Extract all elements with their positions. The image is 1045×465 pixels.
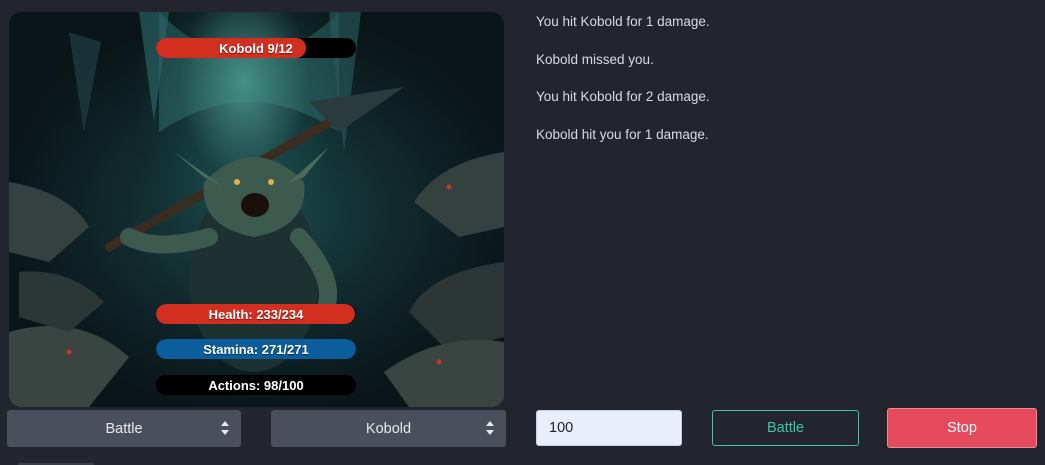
log-entry: Kobold hit you for 1 damage. [536, 126, 709, 142]
select-arrows-icon [486, 421, 494, 435]
player-stamina-label: Stamina: 271/271 [203, 341, 309, 357]
enemy-health-bar: Kobold 9/12 [156, 38, 356, 58]
battle-button[interactable]: Battle [712, 410, 859, 446]
battle-page: Kobold 9/12 Health: 233/234 Stamina: 271… [0, 0, 1045, 465]
enemy-health-label: Kobold 9/12 [219, 40, 293, 56]
enemy-select[interactable]: Kobold [271, 410, 506, 447]
battle-count-value: 100 [549, 420, 574, 436]
player-actions-bar: Actions: 98/100 [156, 375, 356, 395]
log-entry: You hit Kobold for 1 damage. [536, 14, 710, 29]
mode-select-value: Battle [105, 420, 143, 437]
player-health-bar: Health: 233/234 [156, 304, 356, 324]
battle-scene: Kobold 9/12 Health: 233/234 Stamina: 271… [9, 12, 504, 407]
mode-select[interactable]: Battle [7, 410, 241, 447]
player-actions-label: Actions: 98/100 [208, 377, 304, 393]
player-stamina-bar: Stamina: 271/271 [156, 339, 356, 359]
stop-button[interactable]: Stop [887, 408, 1037, 448]
combat-log: You hit Kobold for 1 damage. Kobold miss… [536, 12, 710, 162]
log-entry: You hit Kobold for 2 damage. [536, 89, 710, 104]
log-entry: Kobold missed you. [536, 51, 654, 67]
enemy-select-value: Kobold [365, 420, 412, 437]
player-health-label: Health: 233/234 [208, 306, 304, 322]
battle-count-input[interactable]: 100 [536, 410, 682, 446]
select-arrows-icon [221, 421, 229, 435]
